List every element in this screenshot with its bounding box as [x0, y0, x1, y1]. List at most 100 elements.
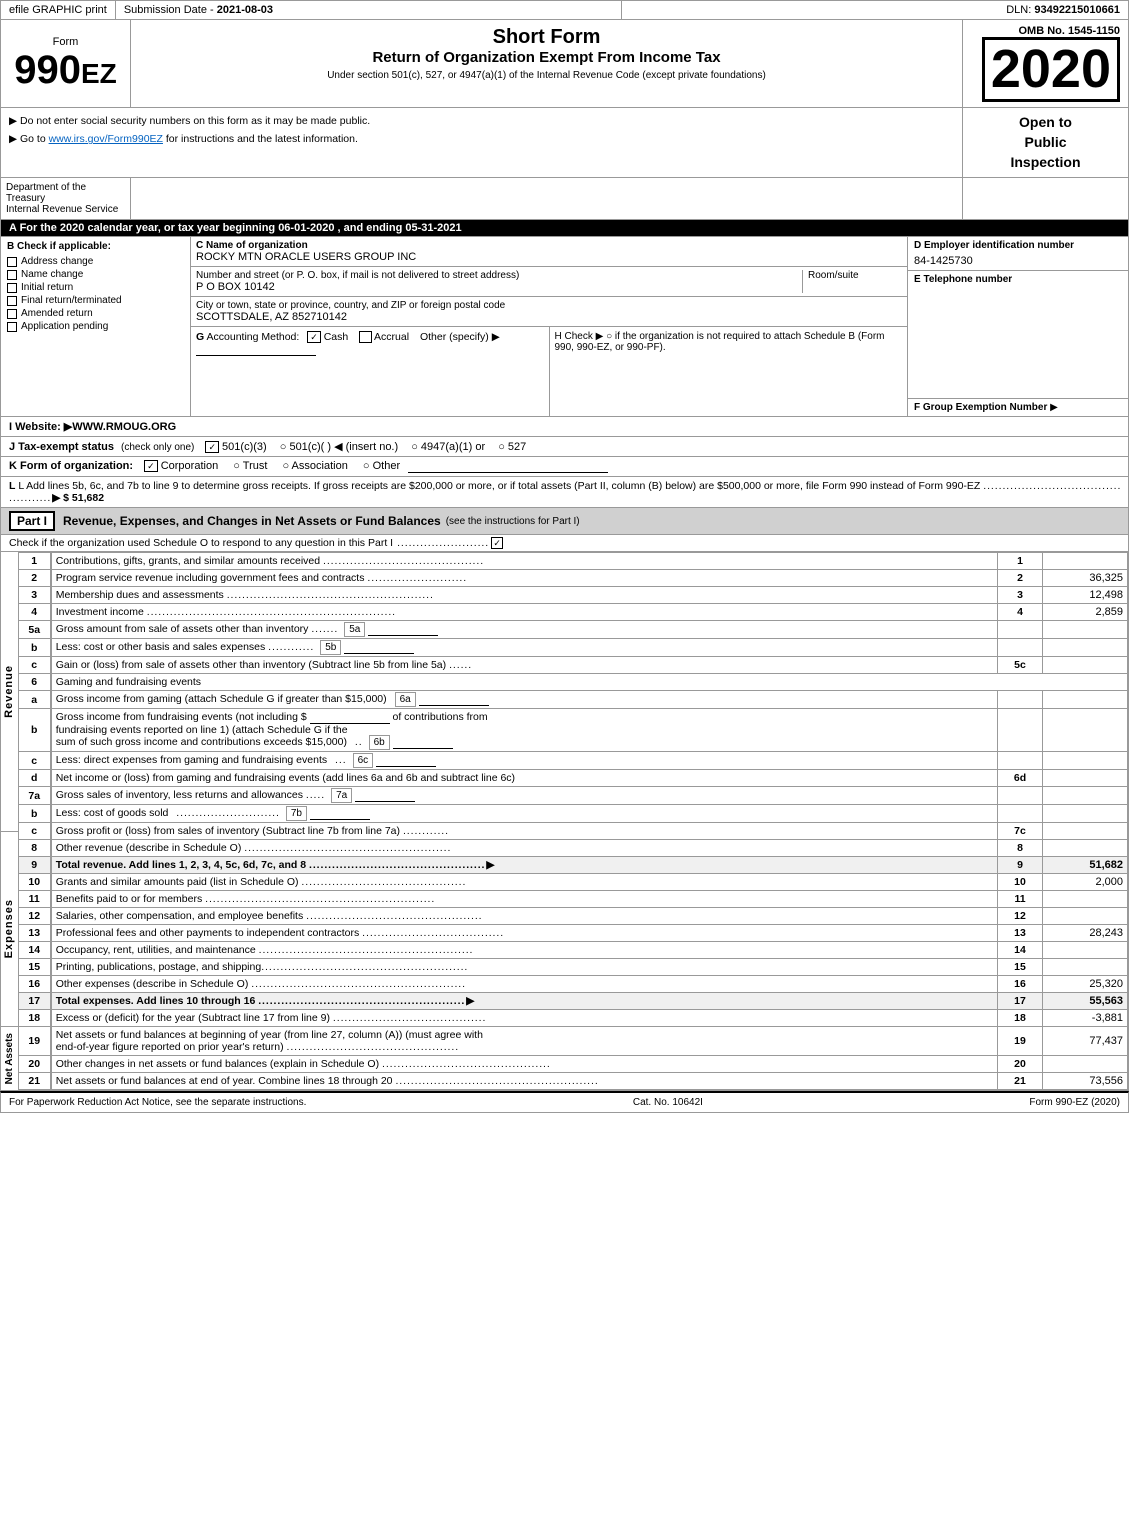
row-num-14: 14: [19, 942, 51, 959]
part1-title: Part I: [9, 511, 55, 531]
dln-section: DLN: 93492215010661: [622, 1, 1128, 19]
initial-return-label: Initial return: [21, 282, 73, 293]
city-value: SCOTTSDALE, AZ 852710142: [196, 311, 902, 323]
footer-paperwork: For Paperwork Reduction Act Notice, see …: [9, 1097, 306, 1108]
top-bar: efile GRAPHIC print Submission Date - 20…: [0, 0, 1129, 20]
schedule-o-checkbox[interactable]: ✓: [491, 537, 503, 549]
row-desc-7b: Less: cost of goods sold . . . . . . . .…: [51, 805, 998, 823]
row-value-2: 36,325: [1043, 570, 1128, 587]
form-number: 990EZ: [14, 48, 117, 92]
row-value-7b: [1043, 805, 1128, 823]
amended-return-checkbox[interactable]: [7, 309, 17, 319]
submission-date-value: 2021-08-03: [217, 4, 273, 16]
line-num-17: 17: [998, 993, 1043, 1010]
row-desc-13: Professional fees and other payments to …: [51, 925, 998, 942]
line-num-8: 8: [998, 840, 1043, 857]
cash-label: Cash: [324, 331, 349, 343]
section-f: F Group Exemption Number ▶: [908, 399, 1128, 416]
efile-label: efile GRAPHIC print: [1, 1, 116, 19]
section-labels-col: Revenue Expenses Net Assets: [1, 552, 19, 1090]
section-a-label: A For the 2020 calendar year, or tax yea…: [9, 222, 462, 234]
row-desc-6d: Net income or (loss) from gaming and fun…: [51, 770, 998, 787]
section-b: B Check if applicable: Address change Na…: [1, 237, 191, 416]
row-num-19: 19: [19, 1027, 51, 1056]
row-num-20: 20: [19, 1056, 51, 1073]
row-value-11: [1043, 891, 1128, 908]
line-num-5a: [998, 621, 1043, 639]
row-num-5a: 5a: [19, 621, 51, 639]
row-num-13: 13: [19, 925, 51, 942]
row-num-9: 9: [19, 857, 51, 874]
initial-return-row: Initial return: [7, 282, 184, 293]
address-change-row: Address change: [7, 256, 184, 267]
table-row: c Less: direct expenses from gaming and …: [19, 752, 1128, 770]
footer-form-ref: Form 990-EZ (2020): [1029, 1097, 1120, 1108]
row-desc-20: Other changes in net assets or fund bala…: [51, 1056, 998, 1073]
row-value-4: 2,859: [1043, 604, 1128, 621]
row-num-7a: 7a: [19, 787, 51, 805]
row-value-15: [1043, 959, 1128, 976]
row-desc-6b: Gross income from fundraising events (no…: [51, 709, 998, 752]
row-value-13: 28,243: [1043, 925, 1128, 942]
form-header: Form 990EZ Short Form Return of Organiza…: [0, 20, 1129, 108]
section-j: J Tax-exempt status (check only one) ✓ 5…: [0, 437, 1129, 457]
row-num-17: 17: [19, 993, 51, 1010]
row-value-3: 12,498: [1043, 587, 1128, 604]
row-num-16: 16: [19, 976, 51, 993]
form-number-section: Form 990EZ: [1, 20, 131, 107]
row-value-5c: [1043, 657, 1128, 674]
address-change-checkbox[interactable]: [7, 257, 17, 267]
section-i: I Website: ▶WWW.RMOUG.ORG: [0, 417, 1129, 437]
row-value-1: [1043, 553, 1128, 570]
row-value-6d: [1043, 770, 1128, 787]
amended-return-label: Amended return: [21, 308, 93, 319]
section-h-text: H Check ▶ ○ if the organization is not r…: [555, 331, 885, 353]
final-return-label: Final return/terminated: [21, 295, 122, 306]
page: efile GRAPHIC print Submission Date - 20…: [0, 0, 1129, 1113]
street-section: Number and street (or P. O. box, if mail…: [196, 270, 802, 293]
row-num-2: 2: [19, 570, 51, 587]
line-num-18: 18: [998, 1010, 1043, 1027]
section-d-value: 84-1425730: [914, 255, 1122, 267]
efile-text: efile GRAPHIC print: [9, 4, 107, 16]
name-change-checkbox[interactable]: [7, 270, 17, 280]
table-row: 7a Gross sales of inventory, less return…: [19, 787, 1128, 805]
row-desc-16: Other expenses (describe in Schedule O) …: [51, 976, 998, 993]
row-num-8: 8: [19, 840, 51, 857]
row-value-9: 51,682: [1043, 857, 1128, 874]
def-column: D Employer identification number 84-1425…: [908, 237, 1128, 416]
row-desc-5b: Less: cost or other basis and sales expe…: [51, 639, 998, 657]
table-row: 1 Contributions, gifts, grants, and simi…: [19, 553, 1128, 570]
final-return-checkbox[interactable]: [7, 296, 17, 306]
table-row: c Gross profit or (loss) from sales of i…: [19, 823, 1128, 840]
row-desc-17: Total expenses. Add lines 10 through 16 …: [51, 993, 998, 1010]
city-section: City or town, state or province, country…: [191, 297, 907, 327]
line-num-13: 13: [998, 925, 1043, 942]
table-row: 14 Occupancy, rent, utilities, and maint…: [19, 942, 1128, 959]
section-d: D Employer identification number 84-1425…: [908, 237, 1128, 271]
row-desc-8: Other revenue (describe in Schedule O) .…: [51, 840, 998, 857]
row-desc-6a: Gross income from gaming (attach Schedul…: [51, 691, 998, 709]
net-assets-vert-label: Net Assets: [1, 1027, 19, 1090]
row-num-7c: c: [19, 823, 51, 840]
open-to-public: Open toPublicInspection: [1010, 113, 1080, 172]
row-desc-9: Total revenue. Add lines 1, 2, 3, 4, 5c,…: [51, 857, 998, 874]
row-num-5c: c: [19, 657, 51, 674]
line-num-20: 20: [998, 1056, 1043, 1073]
expenses-label: Expenses: [1, 832, 19, 1027]
table-row: 21 Net assets or fund balances at end of…: [19, 1073, 1128, 1090]
row-value-6c: [1043, 752, 1128, 770]
initial-return-checkbox[interactable]: [7, 283, 17, 293]
dept-info: Department of the Treasury Internal Reve…: [1, 178, 131, 219]
application-pending-checkbox[interactable]: [7, 322, 17, 332]
amended-return-row: Amended return: [7, 308, 184, 319]
table-row: b Gross income from fundraising events (…: [19, 709, 1128, 752]
row-desc-19: Net assets or fund balances at beginning…: [51, 1027, 998, 1056]
section-e: E Telephone number: [908, 271, 1128, 399]
section-a-bar: A For the 2020 calendar year, or tax yea…: [0, 220, 1129, 237]
row-num-6: 6: [19, 674, 51, 691]
row-desc-10: Grants and similar amounts paid (list in…: [51, 874, 998, 891]
row-value-18: -3,881: [1043, 1010, 1128, 1027]
part1-instructions: (see the instructions for Part I): [446, 516, 580, 527]
table-row: 8 Other revenue (describe in Schedule O)…: [19, 840, 1128, 857]
